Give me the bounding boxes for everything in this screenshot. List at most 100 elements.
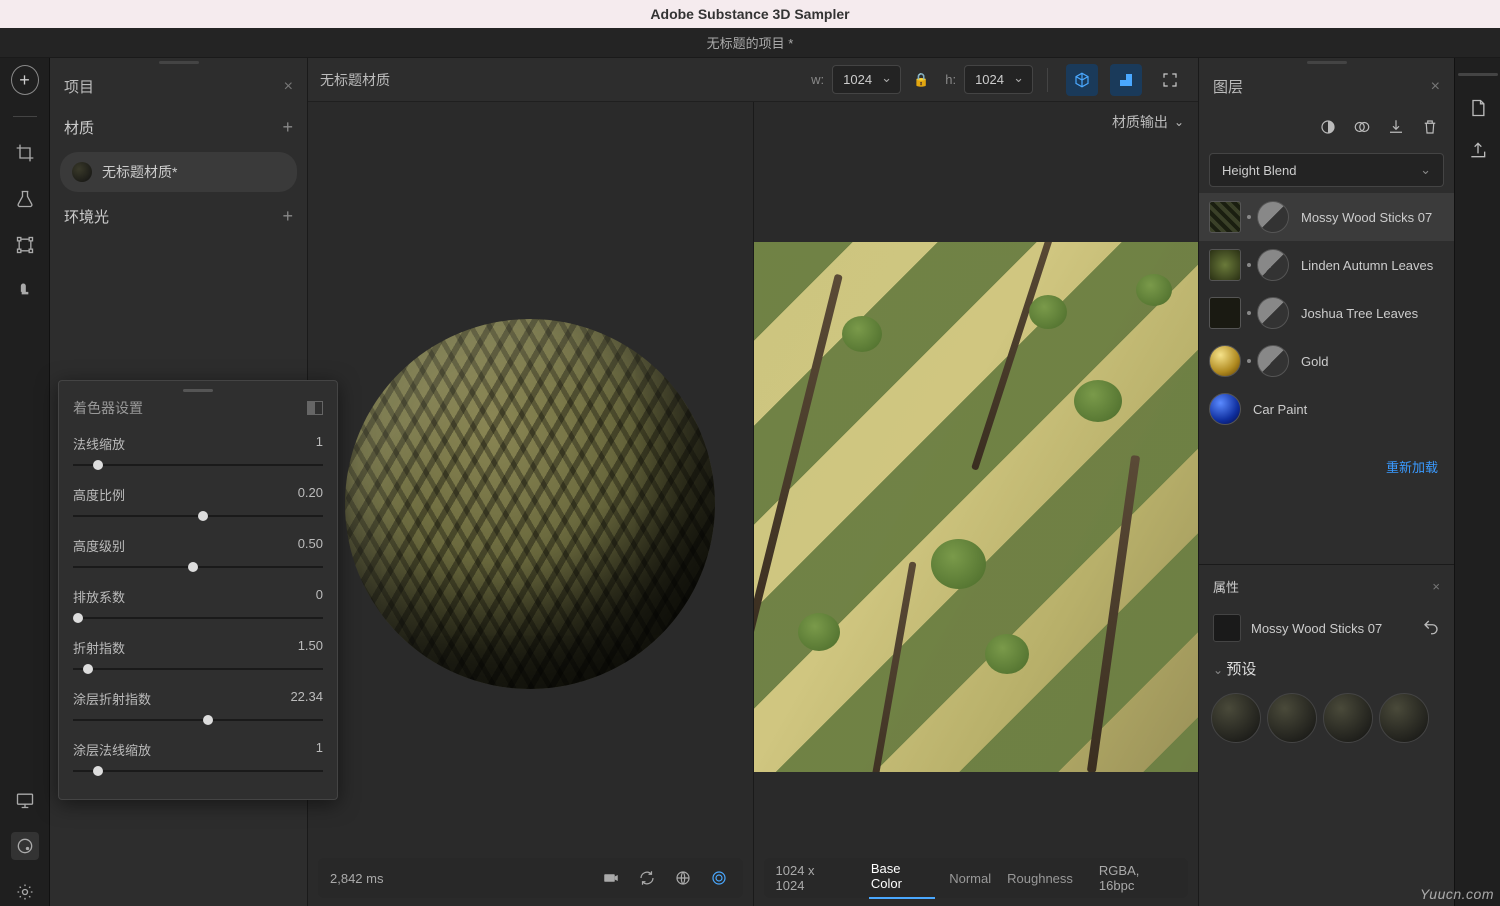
- add-material-button[interactable]: +: [282, 117, 293, 138]
- panel-grip[interactable]: [73, 389, 323, 392]
- material-output-dropdown[interactable]: 材质输出: [1112, 112, 1184, 132]
- preset-thumb[interactable]: [1211, 693, 1261, 743]
- shader-param-label: 高度比例: [73, 485, 125, 504]
- close-icon[interactable]: ×: [1431, 78, 1440, 96]
- material-thumb-icon: [72, 162, 92, 182]
- mask-icon[interactable]: [1352, 117, 1372, 137]
- texture-2d-preview: [754, 242, 1199, 772]
- preset-thumb[interactable]: [1379, 693, 1429, 743]
- shader-param-label: 高度级别: [73, 536, 125, 555]
- layer-blend-icon[interactable]: [1257, 297, 1289, 329]
- refresh-icon[interactable]: [635, 866, 659, 890]
- layer-row[interactable]: Mossy Wood Sticks 07: [1199, 193, 1454, 241]
- shader-param-slider[interactable]: [73, 459, 323, 471]
- layer-blend-icon[interactable]: [1257, 345, 1289, 377]
- texture-dimensions: 1024 x 1024: [776, 863, 845, 893]
- close-icon[interactable]: ×: [284, 78, 293, 96]
- globe-icon[interactable]: [671, 866, 695, 890]
- environment-icon[interactable]: [11, 878, 39, 906]
- presets-section[interactable]: 预设: [1199, 648, 1454, 689]
- project-titlebar: 无标题的项目 *: [0, 28, 1500, 58]
- tab-roughness[interactable]: Roughness: [1005, 867, 1075, 890]
- shader-param-value[interactable]: 0: [316, 587, 323, 606]
- export-icon[interactable]: [1386, 117, 1406, 137]
- material-item[interactable]: 无标题材质*: [60, 152, 297, 192]
- shader-param-slider[interactable]: [73, 765, 323, 777]
- layer-row[interactable]: Gold: [1199, 337, 1454, 385]
- material-sphere-preview: [345, 319, 715, 689]
- view-3d-button[interactable]: [1066, 64, 1098, 96]
- layer-name: Joshua Tree Leaves: [1301, 306, 1418, 321]
- shader-param-value[interactable]: 1.50: [298, 638, 323, 657]
- environment-section-label: 环境光: [64, 206, 109, 227]
- panel-grip[interactable]: [1199, 58, 1454, 66]
- shader-settings-icon[interactable]: [11, 832, 39, 860]
- layer-link-dot: [1247, 359, 1251, 363]
- panel-grip[interactable]: [50, 58, 307, 66]
- close-icon[interactable]: ×: [1432, 579, 1440, 594]
- shader-param-row: 高度级别 0.50: [73, 530, 323, 573]
- shader-param-slider[interactable]: [73, 663, 323, 675]
- tab-base-color[interactable]: Base Color: [869, 857, 935, 899]
- shader-param-value[interactable]: 0.50: [298, 536, 323, 555]
- layer-row[interactable]: Joshua Tree Leaves: [1199, 289, 1454, 337]
- view-2d-button[interactable]: [1110, 64, 1142, 96]
- material-item-label: 无标题材质*: [102, 162, 177, 182]
- layer-thumb-icon: [1209, 201, 1241, 233]
- layer-row[interactable]: Car Paint: [1199, 385, 1454, 433]
- blend-mode-select[interactable]: Height Blend: [1209, 153, 1444, 187]
- undo-icon[interactable]: [1422, 618, 1440, 639]
- shader-param-value[interactable]: 22.34: [290, 689, 323, 708]
- share-icon[interactable]: [1466, 138, 1490, 162]
- panel-grip[interactable]: [1458, 70, 1498, 78]
- camera-icon[interactable]: [599, 866, 623, 890]
- render-time: 2,842 ms: [330, 871, 383, 886]
- materials-section-label: 材质: [64, 117, 94, 138]
- shader-param-slider[interactable]: [73, 612, 323, 624]
- watermark: Yuucn.com: [1420, 886, 1494, 902]
- shader-param-slider[interactable]: [73, 510, 323, 522]
- trash-icon[interactable]: [1420, 117, 1440, 137]
- project-title: 无标题的项目 *: [707, 33, 794, 52]
- height-select[interactable]: 1024: [964, 65, 1033, 94]
- shader-param-row: 法线缩放 1: [73, 428, 323, 471]
- render-mode-icon[interactable]: [707, 866, 731, 890]
- document-icon[interactable]: [1466, 96, 1490, 120]
- shader-param-slider[interactable]: [73, 714, 323, 726]
- viewport-header: 无标题材质 w: 1024 🔒 h: 1024: [308, 58, 1198, 102]
- contrast-icon[interactable]: [1318, 117, 1338, 137]
- beaker-icon[interactable]: [11, 185, 39, 213]
- stamp-icon[interactable]: [11, 277, 39, 305]
- width-select[interactable]: 1024: [832, 65, 901, 94]
- shader-param-label: 排放系数: [73, 587, 125, 606]
- transform-icon[interactable]: [11, 231, 39, 259]
- viewport-2d[interactable]: 材质输出 1024 x 1024 Base: [754, 102, 1199, 906]
- add-environment-button[interactable]: +: [282, 206, 293, 227]
- layer-thumb-icon: [1209, 393, 1241, 425]
- display-icon[interactable]: [11, 786, 39, 814]
- viewport-3d[interactable]: 2,842 ms: [308, 102, 754, 906]
- shader-param-label: 涂层法线缩放: [73, 740, 151, 759]
- reload-link[interactable]: 重新加载: [1199, 433, 1454, 484]
- shader-param-row: 折射指数 1.50: [73, 632, 323, 675]
- crop-icon[interactable]: [11, 139, 39, 167]
- shader-param-value[interactable]: 1: [316, 740, 323, 759]
- preset-thumb[interactable]: [1267, 693, 1317, 743]
- tab-normal[interactable]: Normal: [947, 867, 993, 890]
- shader-param-slider[interactable]: [73, 561, 323, 573]
- viewport-3d-footer: 2,842 ms: [318, 858, 743, 898]
- preset-thumb[interactable]: [1323, 693, 1373, 743]
- layer-blend-icon[interactable]: [1257, 201, 1289, 233]
- shader-param-value[interactable]: 1: [316, 434, 323, 453]
- shader-settings-panel: 着色器设置 法线缩放 1 高度比例 0.20 高度级别 0.50 排放系数: [58, 380, 338, 800]
- property-current-name: Mossy Wood Sticks 07: [1251, 621, 1382, 636]
- shader-param-value[interactable]: 0.20: [298, 485, 323, 504]
- layer-row[interactable]: Linden Autumn Leaves: [1199, 241, 1454, 289]
- panel-layout-icon[interactable]: [307, 401, 323, 415]
- fullscreen-button[interactable]: [1154, 64, 1186, 96]
- layer-name: Linden Autumn Leaves: [1301, 258, 1433, 273]
- layer-blend-icon[interactable]: [1257, 249, 1289, 281]
- texture-format: RGBA, 16bpc: [1099, 863, 1176, 893]
- add-button[interactable]: +: [11, 66, 39, 94]
- link-lock-icon[interactable]: 🔒: [913, 72, 929, 88]
